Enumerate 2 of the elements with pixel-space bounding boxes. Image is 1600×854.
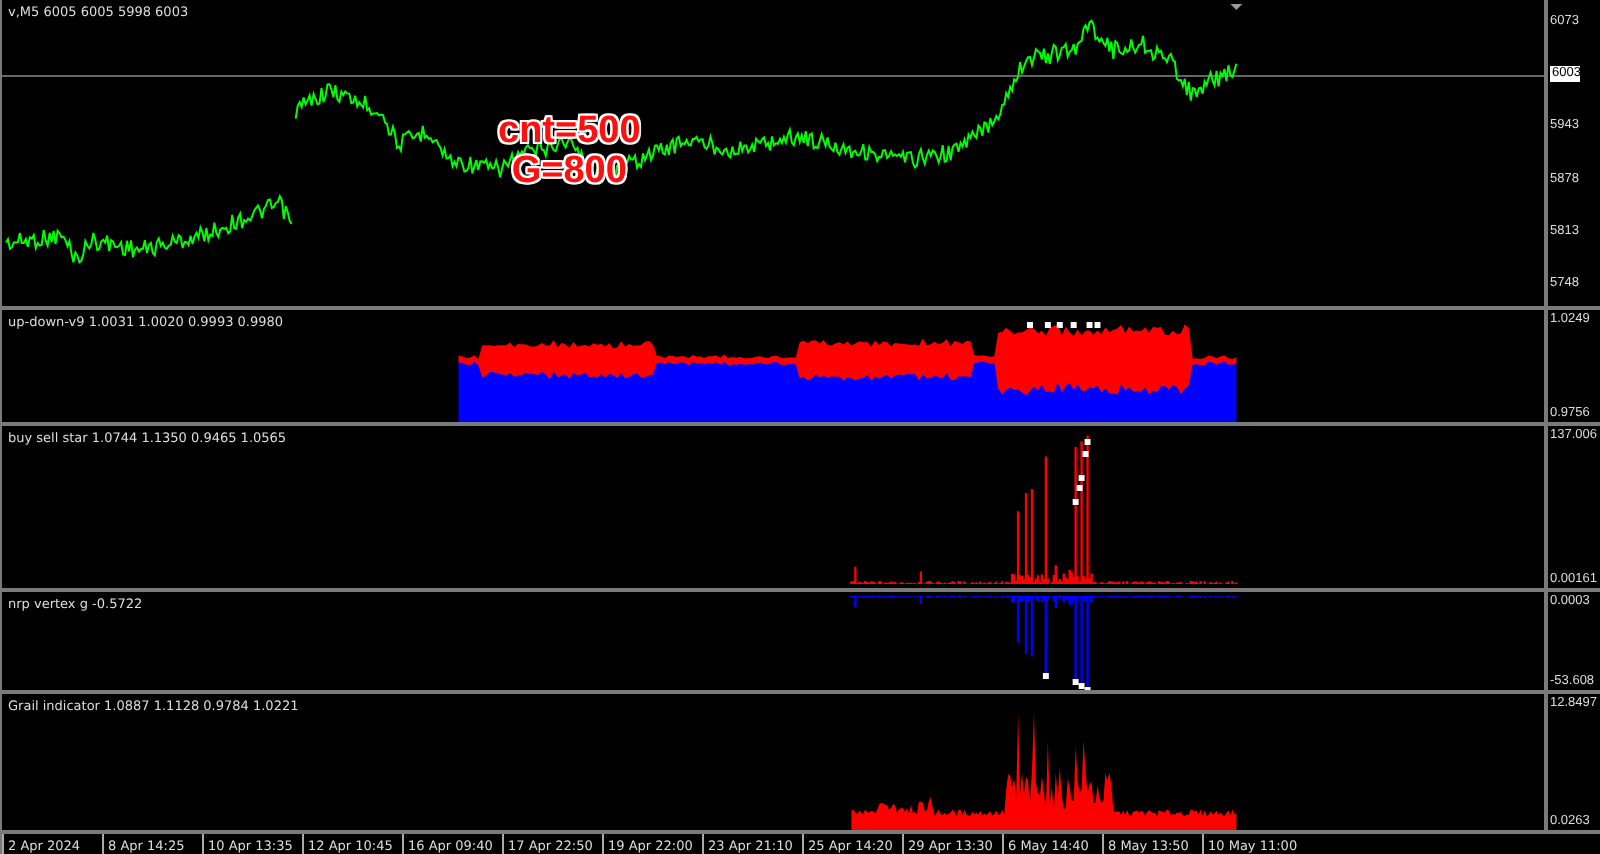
chart-annotation: cnt=500 [498,112,641,152]
scroll-marker-icon [1230,4,1243,10]
